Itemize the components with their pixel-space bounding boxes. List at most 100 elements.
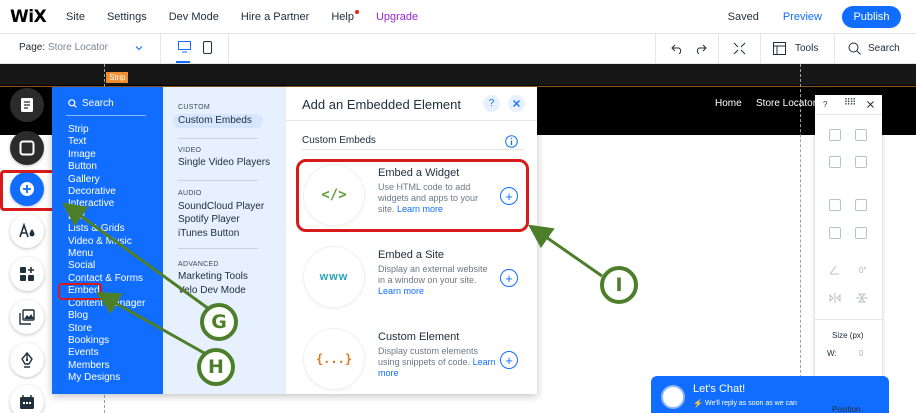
zoom-out-icon[interactable] (733, 42, 746, 55)
delete-icon[interactable] (855, 156, 867, 168)
category-social[interactable]: Social (68, 260, 145, 272)
bring-forward-icon[interactable] (829, 199, 841, 211)
undo-icon[interactable] (671, 42, 684, 54)
category-search[interactable]: Search (68, 98, 114, 109)
sub-itunes-button[interactable]: iTunes Button (178, 228, 239, 239)
divider (760, 34, 761, 64)
category-store[interactable]: Store (68, 323, 145, 335)
redo-icon[interactable] (694, 42, 707, 54)
category-lists-grids[interactable]: Lists & Grids (68, 223, 145, 235)
braces-icon: {...} (304, 329, 364, 389)
close-icon[interactable] (867, 101, 874, 108)
help-button[interactable]: ? (483, 95, 500, 112)
category-my-designs[interactable]: My Designs (68, 372, 145, 384)
divider (655, 34, 656, 64)
nav-hire-partner[interactable]: Hire a Partner (241, 11, 309, 23)
media-button[interactable] (10, 300, 44, 334)
category-decorative[interactable]: Decorative (68, 186, 145, 198)
category-strip[interactable]: Strip (68, 124, 145, 136)
width-label: W: (827, 349, 837, 358)
elements-column: Add an Embedded Element ? Custom Embeds … (286, 87, 537, 394)
card-description: Display custom elements using snippets o… (378, 346, 496, 379)
sub-marketing-tools[interactable]: Marketing Tools (178, 271, 248, 282)
site-nav-home[interactable]: Home (715, 98, 742, 109)
add-elements-panel: Search Strip Text Image Button Gallery D… (52, 87, 537, 394)
category-column: Search Strip Text Image Button Gallery D… (52, 87, 163, 394)
close-button[interactable] (508, 95, 525, 112)
sub-velo-dev-mode[interactable]: Velo Dev Mode (178, 285, 246, 296)
category-menu[interactable]: Menu (68, 248, 145, 260)
nav-dev-mode[interactable]: Dev Mode (169, 11, 219, 23)
mobile-icon[interactable] (203, 41, 212, 54)
add-button[interactable]: + (500, 351, 518, 369)
flip-horizontal-icon[interactable] (829, 293, 841, 303)
wix-logo[interactable]: WiX (10, 7, 66, 27)
top-nav: Site Settings Dev Mode Hire a Partner He… (66, 9, 440, 23)
chevron-down-icon[interactable] (135, 44, 143, 52)
tools-icon[interactable] (773, 42, 786, 55)
nav-settings[interactable]: Settings (107, 11, 147, 23)
strip-section[interactable] (0, 64, 916, 85)
drag-handle-icon[interactable]: ⠿⠿ (844, 97, 856, 108)
preview-button[interactable]: Preview (783, 11, 822, 23)
divider (302, 149, 524, 150)
apps-button[interactable] (10, 257, 44, 291)
page-selector[interactable]: Page: Store Locator (19, 42, 108, 53)
category-text[interactable]: Text (68, 136, 145, 148)
card-embed-site[interactable]: www Embed a Site Display an external web… (300, 245, 524, 309)
category-interactive[interactable]: Interactive (68, 198, 145, 210)
category-box[interactable]: Box (68, 211, 145, 223)
category-bookings[interactable]: Bookings (68, 335, 145, 347)
category-button[interactable]: Button (68, 161, 145, 173)
category-gallery[interactable]: Gallery (68, 174, 145, 186)
duplicate-icon[interactable] (829, 156, 841, 168)
site-nav-store-locator[interactable]: Store Locator (756, 98, 816, 109)
category-video-music[interactable]: Video & Music (68, 236, 145, 248)
align-icon[interactable] (855, 199, 867, 211)
nav-upgrade[interactable]: Upgrade (376, 11, 418, 23)
pages-button[interactable] (10, 88, 44, 122)
pen-icon (21, 352, 33, 368)
card-custom-element[interactable]: {...} Custom Element Display custom elem… (300, 327, 524, 391)
section-video: VIDEO (178, 147, 202, 154)
learn-more-link[interactable]: Learn more (378, 286, 424, 296)
arrange-help-button[interactable]: ? (823, 100, 827, 109)
nav-site[interactable]: Site (66, 11, 85, 23)
copy-icon[interactable] (829, 129, 841, 141)
divider (160, 34, 161, 64)
section-advanced: ADVANCED (178, 261, 219, 268)
info-icon[interactable] (505, 135, 518, 148)
sub-custom-embeds[interactable]: Custom Embeds (178, 115, 252, 126)
top-right-actions: Saved Preview Publish (728, 0, 916, 34)
search-button[interactable]: Search (868, 43, 900, 54)
nav-help-label: Help (331, 10, 354, 23)
business-button[interactable] (10, 385, 44, 413)
sub-single-video-players[interactable]: Single Video Players (178, 157, 270, 168)
sub-spotify-player[interactable]: Spotify Player (178, 214, 240, 225)
desktop-icon[interactable] (178, 41, 191, 53)
flip-vertical-icon[interactable] (856, 293, 868, 303)
paste-icon[interactable] (855, 129, 867, 141)
distribute-icon[interactable] (829, 227, 841, 239)
publish-button[interactable]: Publish (842, 6, 901, 28)
angle-value[interactable]: 0° (859, 266, 867, 275)
category-blog[interactable]: Blog (68, 310, 145, 322)
divider (178, 180, 258, 181)
tools-button[interactable]: Tools (795, 43, 818, 54)
arrange-panel: ? ⠿⠿ 0° Size (px) W: 0 H: 0 (815, 95, 882, 413)
match-size-icon[interactable] (855, 227, 867, 239)
blog-button[interactable] (10, 343, 44, 377)
notification-dot (354, 9, 359, 14)
card-desc-text: Display an external website in a window … (378, 264, 488, 285)
category-image[interactable]: Image (68, 149, 145, 161)
category-events[interactable]: Events (68, 347, 145, 359)
card-title: Custom Element (378, 331, 460, 343)
add-button[interactable]: + (500, 269, 518, 287)
nav-help[interactable]: Help (331, 9, 359, 23)
theme-button[interactable] (10, 214, 44, 248)
design-button[interactable] (10, 131, 44, 165)
category-members[interactable]: Members (68, 360, 145, 372)
width-field[interactable]: 0 (859, 349, 863, 358)
search-icon[interactable] (848, 42, 861, 55)
sub-soundcloud-player[interactable]: SoundCloud Player (178, 201, 264, 212)
